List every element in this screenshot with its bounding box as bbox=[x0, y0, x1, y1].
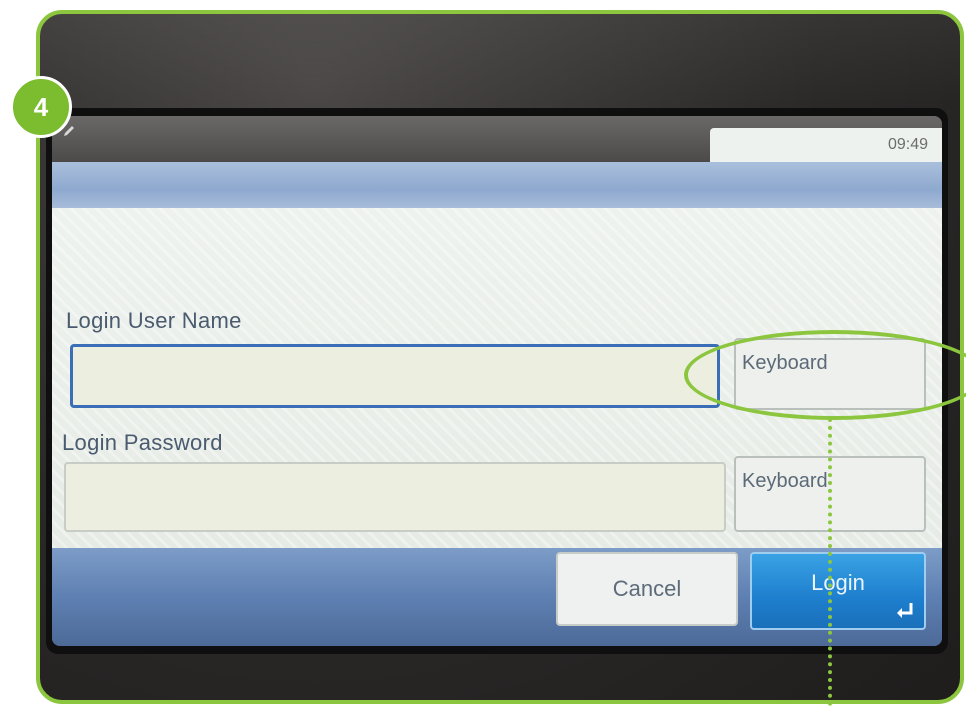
login-button[interactable]: Login bbox=[750, 552, 926, 630]
password-field[interactable] bbox=[64, 462, 726, 532]
password-label: Login Password bbox=[62, 430, 223, 455]
clock-time: 09:49 bbox=[887, 136, 928, 153]
login-button-label: Login bbox=[811, 570, 865, 595]
cancel-button[interactable]: Cancel bbox=[556, 552, 738, 626]
keyboard-highlight-ellipse bbox=[684, 330, 966, 420]
action-bar: Cancel Login bbox=[52, 548, 942, 646]
clock-area: 09:49 bbox=[710, 128, 942, 162]
username-field[interactable] bbox=[70, 344, 720, 408]
status-bar: 09:49 bbox=[52, 116, 942, 162]
step-number-badge: 4 bbox=[10, 76, 72, 138]
callout-pointer-line bbox=[828, 418, 832, 706]
header-band bbox=[52, 162, 942, 208]
enter-icon bbox=[897, 603, 913, 618]
bezel-shine bbox=[40, 14, 960, 104]
username-label: Login User Name bbox=[66, 308, 242, 333]
